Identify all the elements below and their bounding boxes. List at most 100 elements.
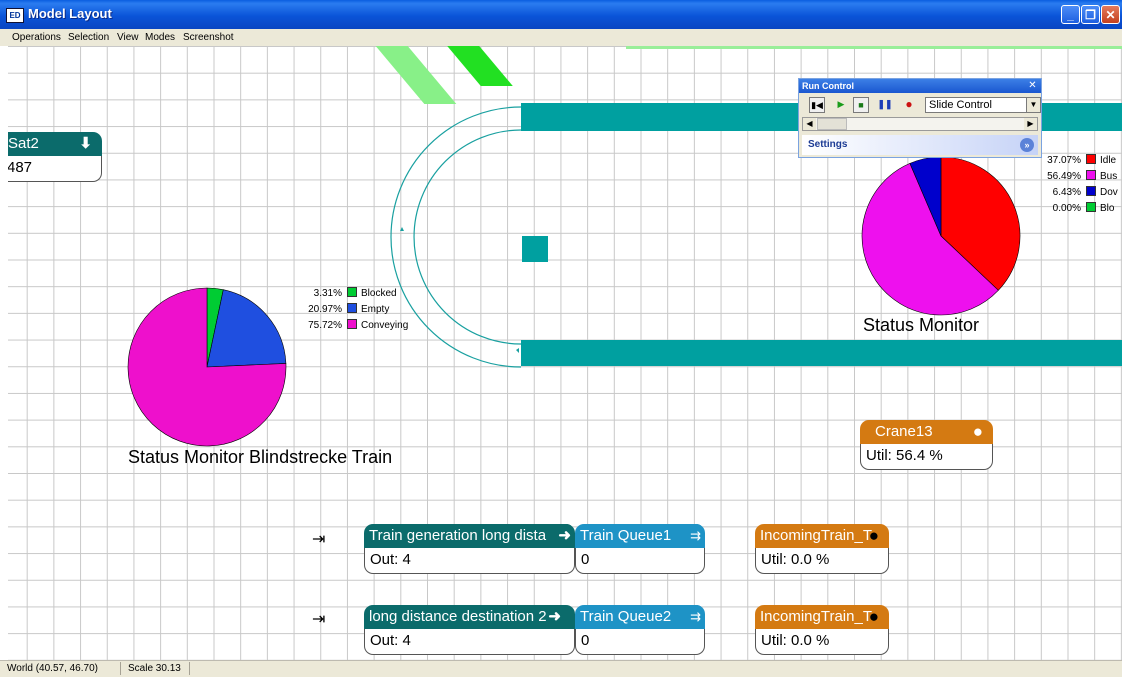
queue-icon: ⇉ [690,524,701,548]
train-queue2-title: Train Queue2 [580,608,672,625]
train-queue1-widget[interactable]: Train Queue1 ⇉ 0 [575,524,705,574]
reset-button[interactable]: ▮◀ [809,97,825,113]
chevron-down-icon[interactable]: ▼ [1026,98,1040,112]
long-distance-destination-out: Out: 4 [364,629,575,655]
menu-modes[interactable]: Modes [145,32,175,43]
slider-thumb[interactable] [817,118,847,130]
status-separator [120,662,121,675]
long-distance-destination-title: long distance destination 2 [369,608,547,625]
train-queue1-value: 0 [575,548,705,574]
settings-label: Settings [808,139,848,150]
crane-hook-icon: ● [868,526,879,545]
train-monitor-caption: Status Monitor Blindstrecke Train [128,447,393,467]
conveyor-bottom[interactable] [521,340,1122,366]
crane-hook-icon: ● [972,422,983,441]
train-monitor-legend: 3.31% Blocked 20.97% Empty 75.72% Conveying [306,287,408,335]
train-generation-title: Train generation long dista [369,527,547,544]
menu-screenshot[interactable]: Screenshot [183,32,234,43]
legend-swatch [347,303,357,313]
train-generation-out: Out: 4 [364,548,575,574]
play-button[interactable]: ▶ [833,97,849,113]
incoming-train-util-1: Util: 0.0 % [755,548,889,574]
legend-row-down: 6.43% Dov [1052,186,1118,198]
menu-bar: Operations Selection View Modes Screensh… [0,29,1122,46]
legend-row-empty: 20.97% Empty [308,303,390,315]
queue-icon: ⇉ [690,605,701,629]
incoming-train-widget-1[interactable]: IncomingTrain_T ● Util: 0.0 % [755,524,889,574]
slider-right-icon[interactable]: ▶ [1024,118,1037,130]
minimize-button[interactable]: _ [1061,5,1080,24]
status-monitor-caption: Status Monitor [863,315,980,335]
run-control-panel[interactable]: Run Control ✕ ▮◀ ▶ ■ ❚❚ ● Slide Control … [798,78,1042,158]
crane13-util: Util: 56.4 % [860,444,993,470]
slider-left-icon[interactable]: ◀ [803,118,816,130]
scale-readout: Scale 30.13 [128,663,181,674]
incoming-train-title-2: IncomingTrain_T [760,608,872,625]
legend-row-blocked: 3.31% Blocked [313,287,397,299]
menu-operations[interactable]: Operations [12,32,61,43]
world-coordinates: World (40.57, 46.70) [7,663,98,674]
sat2-value: 487 [8,156,102,182]
track-stripe-dark [447,46,513,86]
incoming-train-util-2: Util: 0.0 % [755,629,889,655]
sat2-header: Sat2 ⬇ [8,132,102,156]
arrow-right-icon: ➜ [558,524,571,548]
crane-hook-icon: ● [868,607,879,626]
arrow-right-icon: ➜ [548,608,561,625]
pause-button[interactable]: ❚❚ [877,97,893,113]
app-icon: ED [6,8,24,23]
legend-swatch [1086,170,1096,180]
incoming-train-widget-2[interactable]: IncomingTrain_T ● Util: 0.0 % [755,605,889,655]
chevron-expand-icon[interactable]: » [1020,138,1034,152]
track-top-line [626,46,1122,49]
crane13-title: Crane13 [875,423,933,440]
long-distance-destination-header: long distance destination 2 ➜ [364,605,575,629]
train-queue2-widget[interactable]: Train Queue2 ⇉ 0 [575,605,705,655]
restore-button[interactable]: ❐ [1081,5,1100,24]
settings-expander[interactable]: Settings » [802,135,1038,155]
menu-view[interactable]: View [117,32,139,43]
window-title: Model Layout [28,6,112,21]
train-monitor-pie[interactable] [127,287,287,447]
crane13-header: Crane13 ● [860,420,993,444]
legend-row-blocked: 0.00% Blo [1052,202,1115,214]
sat2-widget[interactable]: Sat2 ⬇ 487 [8,132,102,182]
status-bar: World (40.57, 46.70) Scale 30.13 [0,660,1122,677]
incoming-train-header-2: IncomingTrain_T ● [755,605,889,629]
legend-swatch [347,319,357,329]
incoming-train-header-1: IncomingTrain_T ● [755,524,889,548]
legend-swatch [1086,154,1096,164]
stop-button[interactable]: ■ [853,97,869,113]
speed-slider[interactable]: ◀ ▶ [802,117,1038,131]
train-queue1-title: Train Queue1 [580,527,672,544]
sink-arrow-icon: ⇥ [312,611,326,628]
status-separator [189,662,190,675]
record-button[interactable]: ● [901,97,917,113]
incoming-train-title-1: IncomingTrain_T [760,527,872,544]
status-monitor-pie[interactable] [861,156,1021,316]
legend-swatch [347,287,357,297]
status-monitor-legend: 37.07% Idle 56.49% Bus 6.43% Dov 0.00% Blo [1045,154,1118,218]
legend-swatch [1086,202,1096,212]
legend-row-conveying: 75.72% Conveying [308,319,409,331]
close-button[interactable]: ✕ [1101,5,1120,24]
close-icon[interactable]: ✕ [1027,80,1038,91]
legend-row-idle: 37.07% Idle [1047,154,1117,166]
train-generation-header: Train generation long dista ➜ [364,524,575,548]
train-queue1-header: Train Queue1 ⇉ [575,524,705,548]
run-control-title: Run Control [799,79,1041,93]
canvas-left-margin [0,46,8,660]
train-generation-widget[interactable]: Train generation long dista ➜ Out: 4 [364,524,575,574]
window-titlebar: ED Model Layout _ ❐ ✕ [0,0,1122,29]
source-arrow-icon: ⇥ [312,531,326,548]
speed-mode-value: Slide Control [929,99,992,111]
train-queue2-header: Train Queue2 ⇉ [575,605,705,629]
speed-mode-select[interactable]: Slide Control ▼ [925,97,1041,113]
crane13-widget[interactable]: Crane13 ● Util: 56.4 % [860,420,993,470]
menu-selection[interactable]: Selection [68,32,109,43]
long-distance-destination-widget[interactable]: long distance destination 2 ➜ Out: 4 [364,605,575,655]
arrow-down-icon: ⬇ [79,135,92,152]
sat2-title: Sat2 [8,135,39,152]
legend-swatch [1086,186,1096,196]
train-queue2-value: 0 [575,629,705,655]
